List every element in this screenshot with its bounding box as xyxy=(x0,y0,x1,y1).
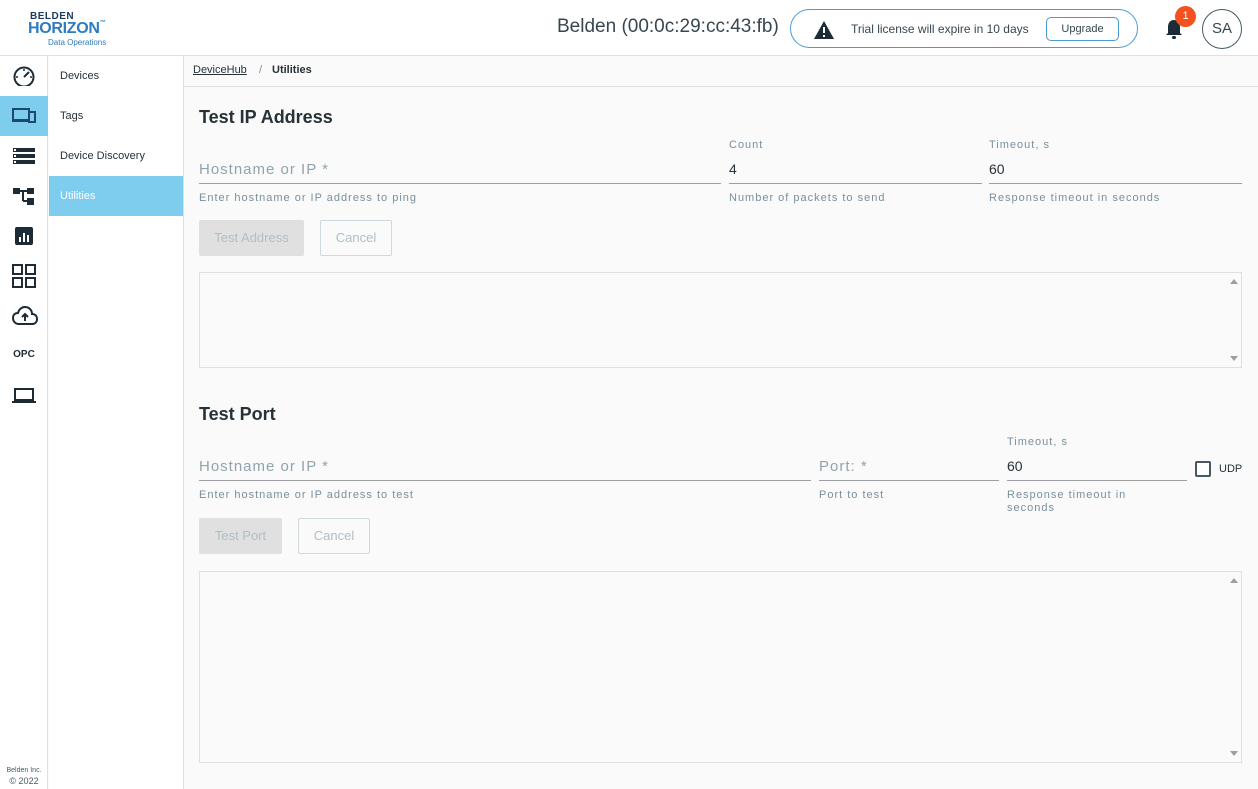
port-hostname-hint: Enter hostname or IP address to test xyxy=(199,489,414,501)
user-avatar[interactable]: SA xyxy=(1202,9,1242,49)
udp-label: UDP xyxy=(1219,463,1243,475)
trial-license-banner: Trial license will expire in 10 days Upg… xyxy=(790,9,1138,48)
test-ip-title: Test IP Address xyxy=(199,107,333,127)
ip-count-label: Count xyxy=(729,139,764,151)
port-timeout-label: Timeout, s xyxy=(1007,436,1068,448)
cloud-upload-icon xyxy=(12,306,38,325)
ip-output-area[interactable] xyxy=(199,272,1242,368)
port-number-hint: Port to test xyxy=(819,489,885,501)
report-chart-icon xyxy=(15,227,33,245)
list-icon xyxy=(13,148,35,164)
ip-timeout-value: 60 xyxy=(989,161,1005,177)
port-cancel-button[interactable]: Cancel xyxy=(298,518,370,554)
port-number-field[interactable]: Port: * xyxy=(819,453,999,481)
ip-output-scrollbar[interactable] xyxy=(1227,273,1241,367)
ip-count-value: 4 xyxy=(729,161,737,177)
scroll-up-icon[interactable] xyxy=(1230,578,1238,583)
warning-icon xyxy=(814,21,834,39)
test-address-button[interactable]: Test Address xyxy=(199,220,304,256)
ip-timeout-label: Timeout, s xyxy=(989,139,1050,151)
opc-label: OPC xyxy=(13,349,35,360)
icon-rail: OPC Belden Inc. © 2022 xyxy=(0,56,48,789)
subnav-item-devices[interactable]: Devices xyxy=(49,56,183,96)
subnav-item-utilities[interactable]: Utilities xyxy=(49,176,183,216)
port-number-placeholder: Port: * xyxy=(819,458,868,475)
subnav-item-device-discovery[interactable]: Device Discovery xyxy=(49,136,183,176)
hierarchy-icon xyxy=(13,188,34,205)
ip-hostname-placeholder: Hostname or IP * xyxy=(199,161,329,178)
belden-horizon-logo[interactable]: BELDEN HORIZON™ Data Operations xyxy=(28,9,118,49)
test-port-button[interactable]: Test Port xyxy=(199,518,282,554)
laptop-icon xyxy=(12,388,36,403)
port-hostname-placeholder: Hostname or IP * xyxy=(199,458,329,475)
rail-item-devices[interactable] xyxy=(0,96,48,136)
port-timeout-field[interactable]: Timeout, s 60 xyxy=(1007,436,1187,481)
ip-hostname-field[interactable]: Hostname or IP * xyxy=(199,156,721,184)
subnav-item-tags[interactable]: Tags xyxy=(49,96,183,136)
ip-count-hint: Number of packets to send xyxy=(729,192,886,204)
port-output-area[interactable] xyxy=(199,571,1242,763)
port-hostname-field[interactable]: Hostname or IP * xyxy=(199,453,811,481)
rail-item-hierarchy[interactable] xyxy=(0,176,48,216)
ip-cancel-button[interactable]: Cancel xyxy=(320,220,392,256)
devices-icon xyxy=(12,108,36,123)
rail-item-laptop[interactable] xyxy=(0,376,48,416)
rail-item-list[interactable] xyxy=(0,136,48,176)
breadcrumb-separator: / xyxy=(259,64,263,76)
copyright: Belden Inc. © 2022 xyxy=(0,765,48,787)
scroll-down-icon[interactable] xyxy=(1230,356,1238,361)
breadcrumb-devicehub-link[interactable]: DeviceHub xyxy=(193,64,247,76)
udp-checkbox[interactable] xyxy=(1195,461,1211,477)
port-timeout-hint: Response timeout in seconds xyxy=(1007,489,1127,514)
ip-timeout-hint: Response timeout in seconds xyxy=(989,192,1161,204)
copyright-company: Belden Inc. xyxy=(6,767,42,774)
breadcrumb: DeviceHub / Utilities xyxy=(184,56,1258,87)
ip-count-field[interactable]: Count 4 xyxy=(729,139,982,184)
port-output-scrollbar[interactable] xyxy=(1227,572,1241,762)
top-header: BELDEN HORIZON™ Data Operations Belden (… xyxy=(0,0,1258,56)
breadcrumb-current: Utilities xyxy=(272,64,312,76)
ip-hostname-hint: Enter hostname or IP address to ping xyxy=(199,192,418,204)
upgrade-button[interactable]: Upgrade xyxy=(1046,17,1119,41)
scroll-down-icon[interactable] xyxy=(1230,751,1238,756)
device-title: Belden (00:0c:29:cc:43:fb) xyxy=(557,16,779,37)
logo-tagline: Data Operations xyxy=(48,38,107,47)
notification-count-badge[interactable]: 1 xyxy=(1175,6,1196,27)
rail-item-dashboard[interactable] xyxy=(0,56,48,96)
test-port-title: Test Port xyxy=(199,404,276,424)
rail-item-reports[interactable] xyxy=(0,216,48,256)
scroll-up-icon[interactable] xyxy=(1230,279,1238,284)
rail-item-apps[interactable] xyxy=(0,256,48,296)
dashboard-gauge-icon xyxy=(13,66,35,86)
copyright-year: © 2022 xyxy=(9,776,39,786)
rail-item-cloud[interactable] xyxy=(0,296,48,336)
trial-license-text: Trial license will expire in 10 days xyxy=(851,22,1029,36)
rail-item-opc[interactable]: OPC xyxy=(0,336,48,376)
port-timeout-value: 60 xyxy=(1007,458,1023,474)
ip-timeout-field[interactable]: Timeout, s 60 xyxy=(989,139,1242,184)
apps-grid-icon xyxy=(12,264,36,288)
logo-product: HORIZON™ xyxy=(28,20,106,37)
sub-navigation: Devices Tags Device Discovery Utilities xyxy=(49,56,184,789)
